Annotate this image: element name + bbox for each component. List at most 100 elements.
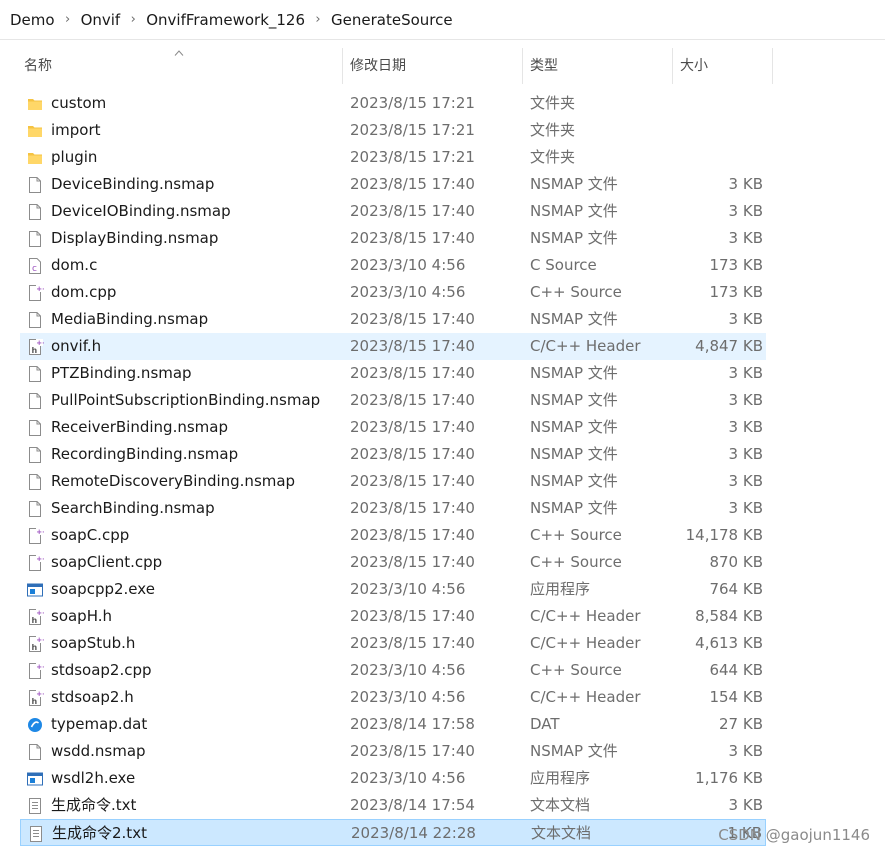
file-type: 应用程序 [530, 769, 591, 787]
file-name: stdsoap2.cpp [51, 661, 152, 679]
file-size: 3 KB [728, 742, 763, 760]
file-row[interactable]: DeviceIOBinding.nsmap 2023/8/15 17:40 NSMA… [20, 198, 766, 225]
file-row[interactable]: ReceiverBinding.nsmap 2023/8/15 17:40 NSMA… [20, 414, 766, 441]
file-date: 2023/3/10 4:56 [350, 688, 466, 706]
file-icon [26, 392, 44, 410]
file-row[interactable]: ++honvif.h2023/8/15 17:40C/C++ Header4,8… [20, 333, 766, 360]
file-name: RecordingBinding.nsmap [51, 445, 239, 463]
file-size: 173 KB [709, 283, 763, 301]
watermark: CSDN @gaojun1146 [718, 826, 870, 844]
file-type: 文件夹 [530, 121, 576, 139]
column-header-size[interactable]: 大小 [680, 48, 708, 84]
file-type: C Source [530, 256, 597, 274]
file-row[interactable]: ++hsoapStub.h2023/8/15 17:40C/C++ Header… [20, 630, 766, 657]
column-header-type[interactable]: 类型 [530, 48, 558, 84]
sort-ascending-icon [174, 50, 184, 56]
file-row[interactable]: c dom.c 2023/3/10 4:56 C Source 173 KB [20, 252, 766, 279]
file-icon [26, 473, 44, 491]
file-icon [26, 500, 44, 518]
file-row[interactable]: PullPointSubscriptionBinding.nsmap 2023/8… [20, 387, 766, 414]
file-date: 2023/8/15 17:40 [350, 472, 475, 490]
chevron-right-icon[interactable]: › [120, 12, 146, 27]
file-row[interactable]: MediaBinding.nsmap 2023/8/15 17:40 NSMAP 文… [20, 306, 766, 333]
file-date: 2023/8/15 17:40 [350, 607, 475, 625]
file-size: 3 KB [728, 202, 763, 220]
file-row[interactable]: DeviceBinding.nsmap 2023/8/15 17:40 NSMAP … [20, 171, 766, 198]
breadcrumb-item[interactable]: GenerateSource [331, 11, 453, 29]
file-date: 2023/8/15 17:40 [350, 310, 475, 328]
file-type: 文件夹 [530, 94, 576, 112]
file-row[interactable]: ++ dom.cpp 2023/3/10 4:56 C++ Source 173 KB [20, 279, 766, 306]
file-date: 2023/8/15 17:40 [350, 337, 475, 355]
file-date: 2023/8/15 17:40 [350, 499, 475, 517]
file-date: 2023/8/15 17:40 [350, 742, 475, 760]
file-name: custom [51, 94, 107, 112]
file-name: soapH.h [51, 607, 112, 625]
file-row[interactable]: typemap.dat 2023/8/14 17:58 DAT 27 KB [20, 711, 766, 738]
file-row[interactable]: 生成命令.txt 2023/8/14 17:54 文本文档 3 KB [20, 792, 766, 819]
file-name: DeviceIOBinding.nsmap [51, 202, 231, 220]
column-divider[interactable] [672, 48, 673, 84]
file-row[interactable]: ++hsoapH.h2023/8/15 17:40C/C++ Header8,5… [20, 603, 766, 630]
column-divider[interactable] [772, 48, 773, 84]
svg-text:c: c [32, 264, 37, 274]
file-row[interactable]: RecordingBinding.nsmap 2023/8/15 17:40 NSM… [20, 441, 766, 468]
file-type: C/C++ Header [530, 634, 641, 652]
cpp-source-icon: ++ [26, 284, 48, 302]
column-divider[interactable] [342, 48, 343, 84]
header-file-icon: ++h [26, 689, 48, 707]
file-type: NSMAP 文件 [530, 202, 618, 220]
file-date: 2023/8/15 17:40 [350, 202, 475, 220]
file-date: 2023/3/10 4:56 [350, 661, 466, 679]
file-type: 文本文档 [531, 824, 592, 842]
file-type: 文本文档 [530, 796, 591, 814]
file-row[interactable]: ++ soapC.cpp 2023/8/15 17:40 C++ Source 14,1… [20, 522, 766, 549]
column-divider[interactable] [522, 48, 523, 84]
folder-icon [26, 122, 44, 140]
file-icon [26, 311, 44, 329]
file-type: DAT [530, 715, 560, 733]
file-row[interactable]: soapcpp2.exe 2023/3/10 4:56 应用程序 764 KB [20, 576, 766, 603]
file-date: 2023/8/14 17:58 [350, 715, 475, 733]
file-row[interactable]: custom 2023/8/15 17:21 文件夹 [20, 90, 766, 117]
file-size: 14,178 KB [685, 526, 763, 544]
file-icon [26, 203, 44, 221]
file-date: 2023/8/15 17:40 [350, 364, 475, 382]
file-row[interactable]: PTZBinding.nsmap 2023/8/15 17:40 NSMAP 文件 3… [20, 360, 766, 387]
file-icon [26, 230, 44, 248]
file-size: 3 KB [728, 175, 763, 193]
file-type: NSMAP 文件 [530, 229, 618, 247]
cpp-source-icon: ++ [26, 662, 48, 680]
file-type: NSMAP 文件 [530, 472, 618, 490]
breadcrumb-item[interactable]: OnvifFramework_126 [146, 11, 305, 29]
file-type: C++ Source [530, 526, 622, 544]
file-row[interactable]: import 2023/8/15 17:21 文件夹 [20, 117, 766, 144]
svg-text:++: ++ [36, 528, 44, 536]
column-header-date[interactable]: 修改日期 [350, 48, 406, 84]
column-header-name[interactable]: 名称 [24, 48, 52, 84]
file-row[interactable]: wsdd.nsmap 2023/8/15 17:40 NSMAP 文件 3 KB [20, 738, 766, 765]
chevron-right-icon[interactable]: › [305, 12, 331, 27]
file-name: onvif.h [51, 337, 102, 355]
file-row[interactable]: ++ soapClient.cpp 2023/8/15 17:40 C++ Sourc… [20, 549, 766, 576]
svg-text:h: h [32, 616, 38, 625]
file-date: 2023/8/14 17:54 [350, 796, 475, 814]
file-row[interactable]: wsdl2h.exe 2023/3/10 4:56 应用程序 1,176 KB [20, 765, 766, 792]
file-row[interactable]: RemoteDiscoveryBinding.nsmap 2023/8/15 17… [20, 468, 766, 495]
file-row[interactable]: ++hstdsoap2.h2023/3/10 4:56C/C++ Header1… [20, 684, 766, 711]
file-row[interactable]: SearchBinding.nsmap 2023/8/15 17:40 NSMAP … [20, 495, 766, 522]
file-type: NSMAP 文件 [530, 364, 618, 382]
file-size: 3 KB [728, 472, 763, 490]
file-row[interactable]: plugin 2023/8/15 17:21 文件夹 [20, 144, 766, 171]
text-file-icon [27, 825, 45, 843]
file-date: 2023/8/15 17:40 [350, 445, 475, 463]
breadcrumb-item[interactable]: Demo [10, 11, 55, 29]
breadcrumb-item[interactable]: Onvif [81, 11, 121, 29]
chevron-right-icon[interactable]: › [55, 12, 81, 27]
file-name: soapClient.cpp [51, 553, 163, 571]
file-name: DisplayBinding.nsmap [51, 229, 219, 247]
file-row[interactable]: DisplayBinding.nsmap 2023/8/15 17:40 NSMAP… [20, 225, 766, 252]
file-row[interactable]: ++ stdsoap2.cpp 2023/3/10 4:56 C++ Source 64… [20, 657, 766, 684]
file-size: 644 KB [709, 661, 763, 679]
file-row[interactable]: 生成命令2.txt 2023/8/14 22:28 文本文档 1 KB [20, 819, 766, 846]
